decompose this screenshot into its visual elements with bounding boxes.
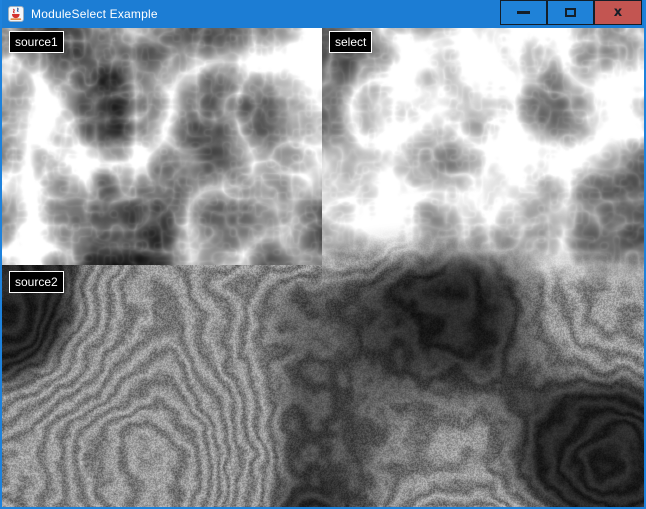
minimize-dash-icon — [517, 11, 530, 14]
close-x-icon: x — [614, 6, 622, 19]
window-title: ModuleSelect Example — [31, 7, 158, 21]
maximize-square-icon — [565, 8, 576, 17]
select-label: select — [329, 31, 372, 53]
close-button[interactable]: x — [594, 0, 642, 25]
minimize-button[interactable] — [500, 0, 547, 25]
java-coffee-cup-icon — [8, 6, 24, 22]
client-area: source1 select source2 — [2, 28, 644, 507]
source2-noise-image — [2, 265, 322, 507]
source1-noise-image — [2, 28, 322, 265]
window-controls: x — [500, 0, 642, 25]
source1-label: source1 — [9, 31, 64, 53]
source2-label: source2 — [9, 271, 64, 293]
maximize-button[interactable] — [547, 0, 594, 25]
app-window: ModuleSelect Example x source1 select so… — [0, 0, 646, 509]
